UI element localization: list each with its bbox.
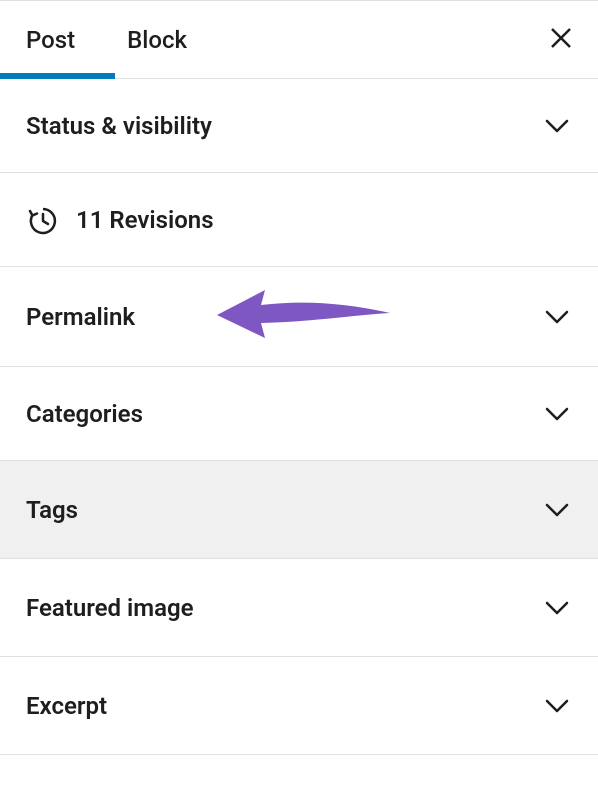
- tabs-header: Post Block: [0, 1, 598, 79]
- panel-status-visibility[interactable]: Status & visibility: [0, 79, 598, 173]
- revisions-content: 11 Revisions: [26, 204, 214, 236]
- panel-excerpt-title: Excerpt: [26, 692, 107, 720]
- panel-permalink-title: Permalink: [26, 303, 135, 331]
- settings-panel: Post Block Status & visibility: [0, 0, 598, 755]
- panel-featured-image[interactable]: Featured image: [0, 559, 598, 657]
- history-icon: [26, 204, 58, 236]
- chevron-down-icon: [542, 111, 572, 141]
- panel-revisions[interactable]: 11 Revisions: [0, 173, 598, 267]
- panel-status-title: Status & visibility: [26, 112, 212, 140]
- tab-post[interactable]: Post: [26, 1, 75, 78]
- tab-block[interactable]: Block: [127, 1, 187, 78]
- chevron-down-icon: [542, 495, 572, 525]
- panel-excerpt[interactable]: Excerpt: [0, 657, 598, 755]
- annotation-arrow: [195, 275, 395, 359]
- panel-tags-title: Tags: [26, 496, 78, 524]
- panel-tags[interactable]: Tags: [0, 461, 598, 559]
- chevron-down-icon: [542, 302, 572, 332]
- chevron-down-icon: [542, 691, 572, 721]
- panel-featured-image-title: Featured image: [26, 594, 194, 622]
- tabs-container: Post Block: [26, 1, 187, 78]
- panel-revisions-title: 11 Revisions: [76, 206, 214, 234]
- panel-permalink[interactable]: Permalink: [0, 267, 598, 367]
- panel-categories-title: Categories: [26, 400, 143, 428]
- close-button[interactable]: [550, 26, 572, 54]
- panel-categories[interactable]: Categories: [0, 367, 598, 461]
- tab-block-label: Block: [127, 26, 187, 54]
- tab-post-label: Post: [26, 26, 75, 54]
- chevron-down-icon: [542, 593, 572, 623]
- close-icon: [550, 23, 572, 56]
- chevron-down-icon: [542, 399, 572, 429]
